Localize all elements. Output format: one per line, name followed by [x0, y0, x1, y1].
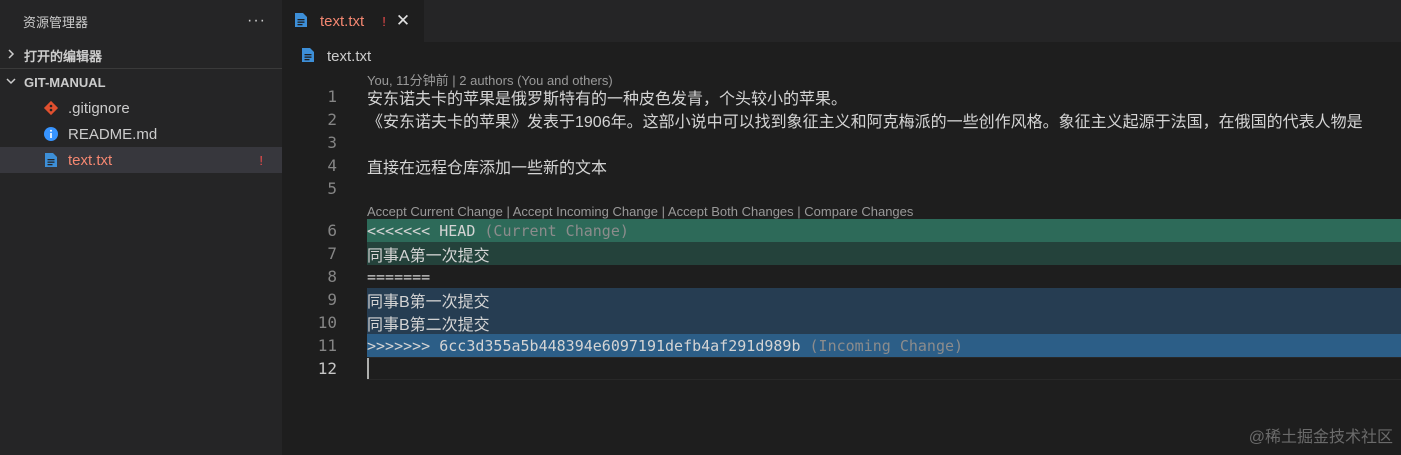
- conflict-marker: !: [382, 13, 386, 29]
- incoming-change-header: >>>>>>> 6cc3d355a5b448394e6097191defb4af…: [367, 334, 1401, 357]
- code-line: 10 同事B第二次提交: [282, 311, 1401, 334]
- conflict-marker-text: >>>>>>> 6cc3d355a5b448394e6097191defb4af…: [367, 336, 801, 355]
- watermark: @稀土掘金技术社区: [1248, 429, 1393, 446]
- file-icon: [301, 47, 319, 65]
- line-number: 11: [317, 336, 337, 355]
- line-number: 8: [327, 267, 337, 286]
- tab-label: text.txt: [320, 12, 365, 30]
- compare-changes-link[interactable]: Compare Changes: [804, 204, 913, 219]
- line-text: 同事A第一次提交: [367, 242, 1401, 265]
- explorer-sidebar: 资源管理器 ··· 打开的编辑器 GIT-MANUAL .gitignore R…: [0, 0, 282, 455]
- line-number: 10: [317, 313, 337, 332]
- accept-incoming-change-link[interactable]: Accept Incoming Change: [513, 204, 658, 219]
- chevron-down-icon: [6, 76, 24, 89]
- line-text: 直接在远程仓库添加一些新的文本: [367, 159, 608, 177]
- lens-separator: |: [658, 204, 668, 219]
- breadcrumb[interactable]: text.txt: [282, 42, 1401, 70]
- line-number: 9: [327, 290, 337, 309]
- folder-section[interactable]: GIT-MANUAL: [0, 69, 282, 95]
- line-number: 6: [327, 221, 337, 240]
- conflict-marker: !: [259, 152, 263, 168]
- file-item-text[interactable]: text.txt !: [0, 147, 282, 173]
- code-line: 4 直接在远程仓库添加一些新的文本: [282, 154, 1401, 177]
- line-number: 12: [317, 359, 337, 378]
- accept-current-change-link[interactable]: Accept Current Change: [367, 204, 503, 219]
- line-text: [367, 131, 1401, 154]
- line-text: 《安东诺夫卡的苹果》发表于1906年。这部小说中可以找到象征主义和阿克梅派的一些…: [367, 113, 1363, 131]
- line-text: 安东诺夫卡的苹果是俄罗斯特有的一种皮色发青，个头较小的苹果。: [367, 90, 848, 108]
- code-line: 12: [282, 357, 1401, 380]
- code-line: 2 《安东诺夫卡的苹果》发表于1906年。这部小说中可以找到象征主义和阿克梅派的…: [282, 108, 1401, 131]
- file-name: README.md: [68, 125, 158, 143]
- current-change-header: <<<<<<< HEAD (Current Change): [367, 219, 1401, 242]
- code-line: 5: [282, 177, 1401, 200]
- line-number: 5: [327, 179, 337, 198]
- more-actions-icon[interactable]: ···: [247, 12, 266, 30]
- explorer-header: 资源管理器 ···: [0, 0, 282, 42]
- open-editors-label: 打开的编辑器: [24, 48, 103, 64]
- breadcrumb-file: text.txt: [327, 47, 372, 65]
- file-item-readme[interactable]: README.md: [0, 121, 282, 147]
- line-number: 3: [327, 133, 337, 152]
- tab-text-txt[interactable]: text.txt ! ✕: [282, 0, 425, 42]
- info-icon: [42, 125, 60, 143]
- file-name: text.txt: [68, 151, 113, 169]
- file-item-gitignore[interactable]: .gitignore: [0, 95, 282, 121]
- file-icon: [294, 12, 312, 30]
- close-icon[interactable]: ✕: [396, 11, 410, 31]
- file-name: .gitignore: [68, 99, 130, 117]
- editor-area: text.txt ! ✕ text.txt You, 11分钟前 | 2 aut…: [282, 0, 1401, 455]
- code-line: 6 <<<<<<< HEAD (Current Change): [282, 219, 1401, 242]
- line-text: [367, 177, 1401, 200]
- chevron-right-icon: [6, 48, 24, 62]
- code-line: 11 >>>>>>> 6cc3d355a5b448394e6097191defb…: [282, 334, 1401, 357]
- current-change-hint: (Current Change): [475, 221, 629, 240]
- code-line: 3: [282, 131, 1401, 154]
- line-text: 同事B第二次提交: [367, 311, 1401, 334]
- text-cursor: [367, 358, 369, 379]
- code-line: 9 同事B第一次提交: [282, 288, 1401, 311]
- git-icon: [42, 99, 60, 117]
- line-text: =======: [367, 267, 431, 286]
- folder-label: GIT-MANUAL: [24, 74, 106, 90]
- line-text: [367, 357, 1401, 380]
- line-number: 1: [327, 87, 337, 106]
- line-number: 4: [327, 156, 337, 175]
- line-text: 同事B第一次提交: [367, 288, 1401, 311]
- tab-bar: text.txt ! ✕: [282, 0, 1401, 42]
- code-line: 7 同事A第一次提交: [282, 242, 1401, 265]
- merge-conflict-codelens: Accept Current Change | Accept Incoming …: [367, 204, 913, 219]
- line-number: 7: [327, 244, 337, 263]
- conflict-marker-text: <<<<<<< HEAD: [367, 221, 476, 240]
- line-number: 2: [327, 110, 337, 129]
- open-editors-section[interactable]: 打开的编辑器: [0, 42, 282, 68]
- explorer-title: 资源管理器: [23, 14, 89, 30]
- file-icon: [42, 151, 60, 169]
- code-editor[interactable]: You, 11分钟前 | 2 authors (You and others) …: [282, 70, 1401, 455]
- code-line: 1 安东诺夫卡的苹果是俄罗斯特有的一种皮色发青，个头较小的苹果。: [282, 85, 1401, 108]
- code-line: 8 =======: [282, 265, 1401, 288]
- lens-separator: |: [793, 204, 805, 219]
- lens-separator: |: [502, 204, 513, 219]
- accept-both-changes-link[interactable]: Accept Both Changes: [668, 204, 794, 219]
- incoming-change-hint: (Incoming Change): [800, 336, 964, 355]
